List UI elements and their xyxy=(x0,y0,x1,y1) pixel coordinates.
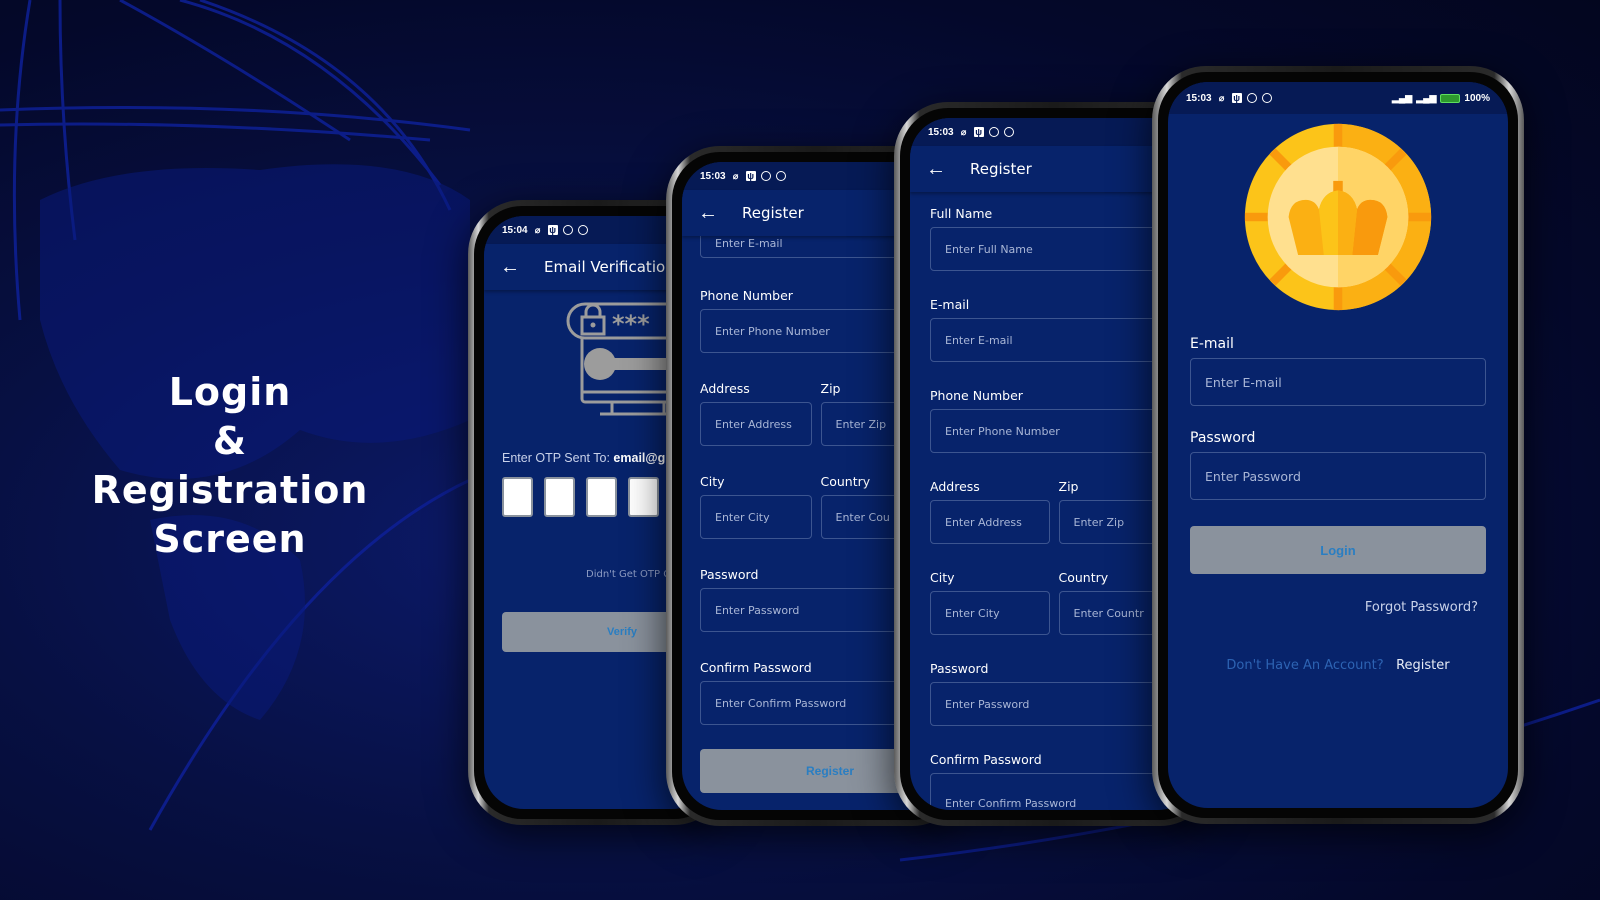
email-label: E-mail xyxy=(930,297,970,312)
address-placeholder: Enter Address xyxy=(715,417,792,431)
register-link[interactable]: Register xyxy=(1396,658,1450,673)
address-field[interactable]: Enter Address xyxy=(700,402,812,446)
sync-icon xyxy=(1261,93,1272,103)
page-title: Register xyxy=(970,160,1032,178)
arrow-left-icon[interactable]: ← xyxy=(926,158,946,181)
svg-text:***: *** xyxy=(612,310,650,338)
sync-icon xyxy=(760,171,771,181)
hero-line-registration: Registration Screen xyxy=(91,468,369,561)
sync-icon xyxy=(1003,127,1014,137)
city-label: City xyxy=(700,474,725,489)
status-time: 15:03 xyxy=(700,170,726,182)
city-field[interactable]: Enter City xyxy=(930,591,1050,635)
crown-coin-icon xyxy=(1244,123,1432,311)
forgot-password-link[interactable]: Forgot Password? xyxy=(1365,600,1478,615)
otp-digit-input[interactable] xyxy=(502,477,533,517)
phone-field[interactable]: Enter Phone Number xyxy=(930,409,1178,453)
password-placeholder: Enter Password xyxy=(1205,468,1301,484)
country-placeholder: Enter Countr xyxy=(1073,606,1144,620)
notifications-off-icon: ⌀ xyxy=(1218,93,1225,103)
no-account-text: Don't Have An Account? xyxy=(1226,658,1384,673)
phone-label: Phone Number xyxy=(930,388,1023,403)
confirm-password-field[interactable]: Enter Confirm Password xyxy=(930,773,1178,810)
signal-icon: ▂▄▆ xyxy=(1391,92,1413,103)
usb-icon: ψ xyxy=(745,171,756,181)
full-name-placeholder: Enter Full Name xyxy=(945,242,1033,256)
confirm-password-label: Confirm Password xyxy=(930,752,1042,767)
sync-icon xyxy=(562,225,573,235)
arrow-left-icon[interactable]: ← xyxy=(500,256,520,279)
password-label: Password xyxy=(930,661,989,676)
city-placeholder: Enter City xyxy=(945,606,1000,620)
notifications-off-icon: ⌀ xyxy=(534,225,541,235)
city-field[interactable]: Enter City xyxy=(700,495,812,539)
full-name-label: Full Name xyxy=(930,206,993,221)
arrow-left-icon[interactable]: ← xyxy=(698,202,718,225)
city-label: City xyxy=(930,570,955,585)
hero-line-ampersand: & xyxy=(212,419,248,463)
sync-icon xyxy=(577,225,588,235)
email-placeholder: Enter E-mail xyxy=(1205,374,1282,390)
register-button-label: Register xyxy=(805,764,855,778)
phone-placeholder: Enter Phone Number xyxy=(715,324,830,338)
notifications-off-icon: ⌀ xyxy=(960,127,967,137)
address-placeholder: Enter Address xyxy=(945,515,1022,529)
battery-charging-icon xyxy=(1440,93,1461,103)
battery-percent: 100% xyxy=(1464,92,1490,104)
email-label: E-mail xyxy=(1190,336,1234,352)
password-placeholder: Enter Password xyxy=(945,697,1030,711)
status-bar: 15:03 ⌀ ψ ▂▄▆ ▂▄▆ 100% xyxy=(1168,82,1508,114)
password-field[interactable]: Enter Password xyxy=(1190,452,1486,500)
email-placeholder: Enter E-mail xyxy=(945,333,1013,347)
usb-icon: ψ xyxy=(1231,93,1242,103)
status-time: 15:03 xyxy=(928,126,954,138)
address-label: Address xyxy=(700,381,750,396)
login-button-label: Login xyxy=(1320,542,1356,558)
usb-icon: ψ xyxy=(973,127,984,137)
password-field[interactable]: Enter Password xyxy=(930,682,1178,726)
email-field[interactable]: Enter E-mail xyxy=(930,318,1178,362)
otp-digit-input[interactable] xyxy=(586,477,617,517)
city-placeholder: Enter City xyxy=(715,510,770,524)
signal-icon: ▂▄▆ xyxy=(1416,92,1437,103)
sync-icon xyxy=(1246,93,1257,103)
email-field[interactable]: Enter E-mail xyxy=(1190,358,1486,406)
phone-placeholder: Enter Phone Number xyxy=(945,424,1060,438)
confirm-password-placeholder: Enter Confirm Password xyxy=(715,696,847,710)
page-title: Register xyxy=(742,204,804,222)
otp-digit-input[interactable] xyxy=(544,477,575,517)
sync-icon xyxy=(775,171,786,181)
confirm-password-placeholder: Enter Confirm Password xyxy=(945,796,1077,810)
hero-title: Login & Registration Screen xyxy=(40,368,420,564)
phone-login: 15:03 ⌀ ψ ▂▄▆ ▂▄▆ 100% E-mail Enter E-ma… xyxy=(1152,66,1524,824)
address-label: Address xyxy=(930,479,980,494)
login-screen: 15:03 ⌀ ψ ▂▄▆ ▂▄▆ 100% E-mail Enter E-ma… xyxy=(1168,82,1508,808)
otp-prompt-text: Enter OTP Sent To: xyxy=(502,451,610,465)
password-label: Password xyxy=(1190,430,1256,446)
address-field[interactable]: Enter Address xyxy=(930,500,1050,544)
hero-line-login: Login xyxy=(168,370,292,414)
usb-icon: ψ xyxy=(547,225,558,235)
status-time: 15:04 xyxy=(502,224,528,236)
notifications-off-icon: ⌀ xyxy=(732,171,739,181)
country-placeholder: Enter Cou xyxy=(835,510,890,524)
otp-digit-input[interactable] xyxy=(628,477,659,517)
login-button[interactable]: Login xyxy=(1190,526,1486,574)
page-title: Email Verification xyxy=(544,258,675,276)
zip-placeholder: Enter Zip xyxy=(1073,515,1125,529)
zip-placeholder: Enter Zip xyxy=(835,417,887,431)
full-name-field[interactable]: Enter Full Name xyxy=(930,227,1178,271)
password-placeholder: Enter Password xyxy=(715,603,800,617)
verify-button-label: Verify xyxy=(607,626,637,638)
sync-icon xyxy=(988,127,999,137)
status-time: 15:03 xyxy=(1186,92,1212,104)
